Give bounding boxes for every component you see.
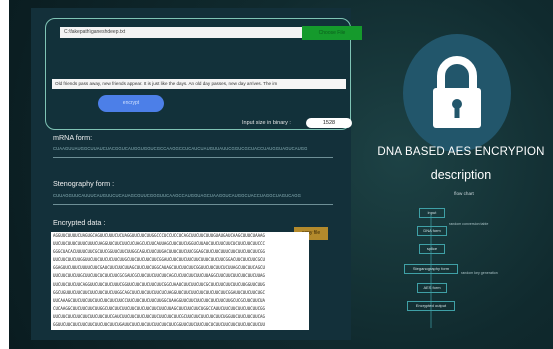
stego-divider <box>53 204 333 205</box>
encrypted-data-textarea[interactable]: AGGUUCUUUUCUAGUGCAGUUCUUUCUCUAGGUUCUUCUU… <box>51 232 309 330</box>
app-title: DNA BASED AES ENCRYPION <box>377 146 545 158</box>
encrypted-line: CUCAAGGCUUCUUCUUCUUGGCUUCUUCUUCUUCUUCUUC… <box>53 305 265 311</box>
choose-file-button[interactable]: Choose File <box>302 26 362 40</box>
flow-step-encrypted-output: Encrypted output <box>407 301 455 311</box>
flow-step-dna-form: DNA form <box>417 226 447 236</box>
encrypted-line: UUCUUCUUCUUGGUUCUUCUUCUCUUCUUGCUUCUUCUUC… <box>53 257 265 263</box>
flow-chart-title: flow chart <box>454 191 474 196</box>
encrypt-button[interactable]: encrypt <box>98 95 164 112</box>
encrypted-line: GGCUGUUUCUUCUUCUUCUUCUUCUUGGCAGCUUCUUCUU… <box>53 289 265 295</box>
stego-label: Stenography form : <box>53 179 115 188</box>
encrypted-line: GGUUCUUCUUCUUCUUCUUCUUCUUCUGAUUCUUCUUCUU… <box>53 322 265 328</box>
description-heading: description <box>430 168 492 182</box>
encrypted-line: UUCUUCUUCUUCAGGUUCUUCUUCUUUCGGUUCUUCUUCU… <box>53 281 265 287</box>
flow-step-splice: splice <box>419 244 445 254</box>
lock-icon <box>403 34 511 152</box>
encrypted-line: UUCUUCUUCUUCUUCUUCUUCUUCGAUCUUCUUCUUCUUC… <box>53 313 265 319</box>
app-background: C:\fakepath\ganeshdeep.txt Choose File O… <box>9 0 553 349</box>
flow-note-key: random key generation <box>461 271 498 275</box>
mrna-sequence: CUAAGUUAUGGCUUAUCUACGGUCAUGGUGGUCGCCAAGG… <box>53 146 308 151</box>
encrypted-line: AGGUUCUUUUCUAGUGCAGUUCUUUCUCUAGGUUCUUCUU… <box>53 233 265 238</box>
flow-step-input: input <box>419 208 445 218</box>
flow-step-steganography: Steganography form <box>404 264 458 274</box>
input-size-label: Input size in binary : <box>242 120 291 126</box>
flow-note-conversion: random conversion table <box>449 222 489 226</box>
encrypted-label: Encrypted data : <box>53 218 106 227</box>
encrypted-line: UUCUUCUUCUUGCUUCUUCUCUUCUUCGCGAUCGCUUCUU… <box>53 273 265 279</box>
encrypted-line: GGAGUUCUUUCUUUUCUUCGAUCUUCUUCUUAGCUUCUUC… <box>53 265 265 271</box>
mrna-divider <box>53 157 333 158</box>
encrypted-line: GGGCUACACUUUUCUUCGCUUCGGUUCUUCUUGGCAGUCU… <box>53 249 265 255</box>
input-size-value: 1528 <box>306 118 352 128</box>
mrna-label: mRNA form: <box>53 133 93 142</box>
flow-step-aes-form: AES form <box>417 283 447 293</box>
plaintext-input[interactable]: Old friends pass away, new friends appea… <box>52 79 346 89</box>
encrypted-line: UUCUUCUUUCUUUCUUUCUAGGUUCUUCUUCUCUAGCUCU… <box>53 241 265 247</box>
input-card: C:\fakepath\ganeshdeep.txt Choose File O… <box>45 18 362 130</box>
encrypted-line: UUCAAAGCUUCUUCUUCUUCUUCUUCUUCCUUCUUCUUCU… <box>53 297 265 303</box>
file-path-input[interactable]: C:\fakepath\ganeshdeep.txt <box>60 27 302 38</box>
stego-sequence: CUUAGGUUCAUUUCAUGUUCUCAUAGCGUUCGGGUUCAAG… <box>53 193 301 198</box>
